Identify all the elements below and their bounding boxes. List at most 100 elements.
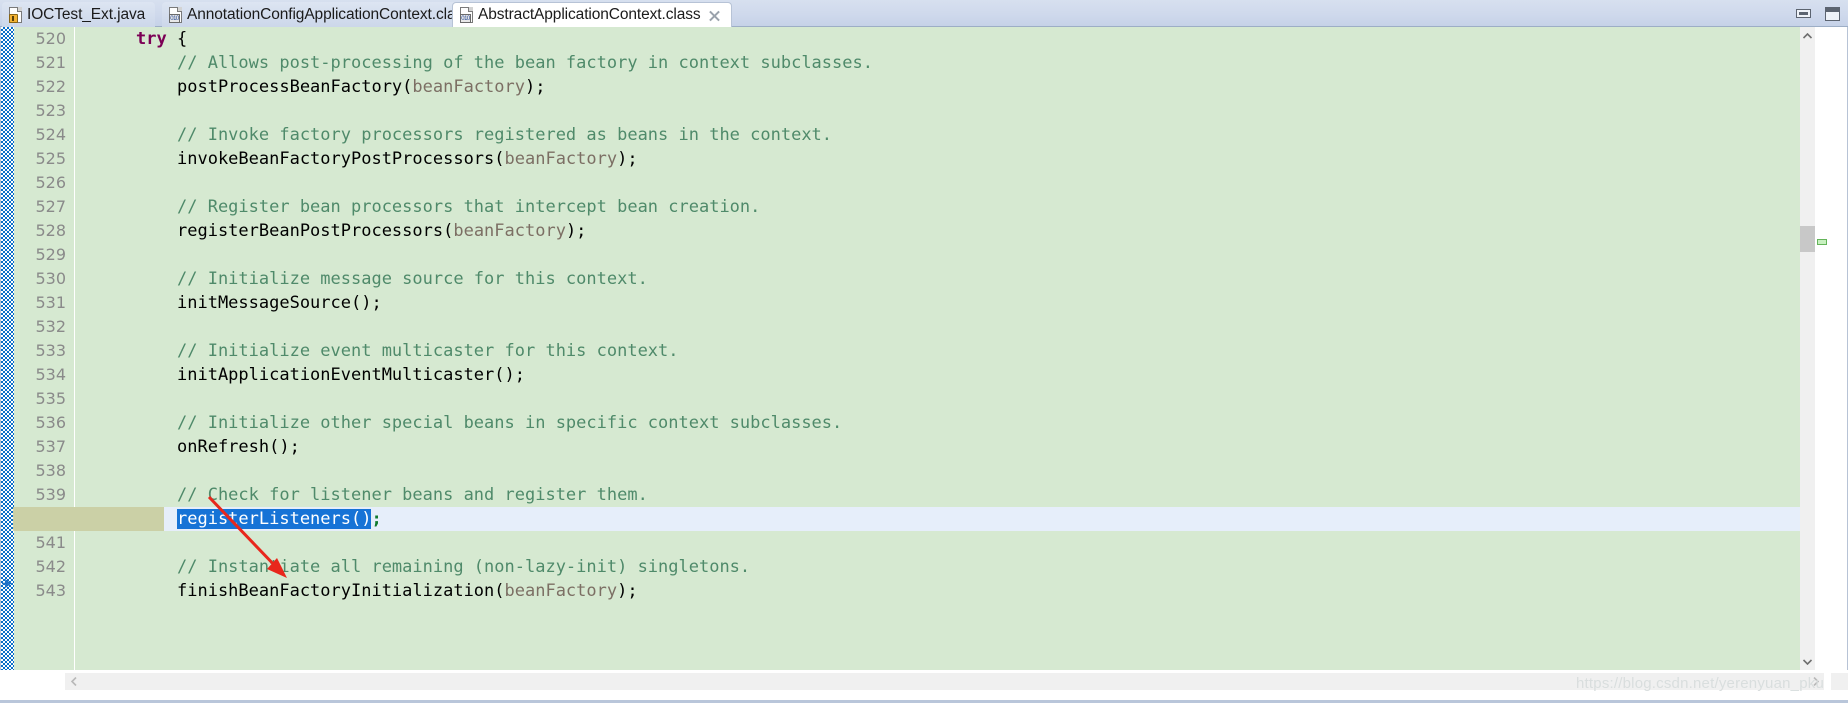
scrollbar-corner: [1831, 673, 1848, 690]
code-line[interactable]: // Allows post-processing of the bean fa…: [177, 51, 873, 75]
comment-token: // Check for listener beans and register…: [177, 485, 648, 505]
parameter-token: beanFactory: [504, 581, 618, 601]
code-editor-area[interactable]: 520 521 522 523 524 525 526 527 528 529 530 531 532 5…: [0, 27, 1848, 670]
comment-token: // Instantiate all remaining (non-lazy-i…: [177, 557, 751, 577]
line-number: 524: [35, 125, 66, 144]
line-number: 533: [35, 341, 66, 360]
code-token: );: [565, 221, 587, 241]
line-number: 521: [35, 53, 66, 72]
editor-tab-1[interactable]: IOCTest_Ext.java: [2, 2, 156, 27]
editor-bottom-bar: https://blog.csdn.net/yerenyuan_pku: [0, 670, 1848, 703]
class-file-icon: 010: [169, 6, 182, 23]
selected-token: registerListeners(): [177, 509, 372, 529]
keyword-token: try: [136, 29, 177, 49]
line-number: 526: [35, 173, 66, 192]
code-token: {: [176, 29, 188, 49]
code-line[interactable]: invokeBeanFactoryPostProcessors(beanFact…: [177, 147, 638, 171]
line-number: 534: [35, 365, 66, 384]
code-token: onRefresh();: [177, 437, 300, 457]
editor-right-padding: [1829, 27, 1848, 670]
code-line[interactable]: finishBeanFactoryInitialization(beanFact…: [177, 579, 638, 603]
code-token: );: [617, 149, 638, 169]
comment-token: // Initialize other special beans in spe…: [177, 413, 843, 433]
parameter-token: beanFactory: [504, 149, 618, 169]
code-token: ;: [371, 509, 382, 529]
code-canvas[interactable]: try {// Allows post-processing of the be…: [75, 27, 1800, 670]
code-line[interactable]: onRefresh();: [177, 435, 300, 459]
code-line[interactable]: // Initialize other special beans in spe…: [177, 411, 842, 435]
code-token: initApplicationEventMulticaster();: [177, 365, 525, 385]
line-number: 541: [35, 533, 66, 552]
java-file-icon: [9, 6, 22, 23]
comment-token: // Initialize event multicaster for this…: [177, 341, 679, 361]
code-token: invokeBeanFactoryPostProcessors(: [177, 149, 505, 169]
parameter-token: beanFactory: [453, 221, 566, 241]
vertical-scrollbar[interactable]: [1800, 27, 1815, 670]
current-line-indent-highlight: [74, 507, 164, 531]
comment-token: // Register bean processors that interce…: [177, 197, 761, 217]
line-number-gutter: 520 521 522 523 524 525 526 527 528 529 530 531 532 5…: [14, 27, 75, 670]
tab-close-icon[interactable]: [708, 9, 721, 22]
overview-ruler[interactable]: [1815, 27, 1829, 670]
editor-tab-2[interactable]: 010 AnnotationConfigApplicationContext.cl…: [162, 2, 481, 27]
line-number: 539: [35, 485, 66, 504]
code-line[interactable]: // Initialize message source for this co…: [177, 267, 648, 291]
current-line-gutter-highlight: [13, 507, 74, 531]
comment-token: // Allows post-processing of the bean fa…: [177, 53, 873, 73]
scroll-left-button[interactable]: [65, 673, 82, 690]
editor-tab-bar: IOCTest_Ext.java 010 AnnotationConfigAppli…: [0, 0, 1848, 27]
line-number: 538: [35, 461, 66, 480]
editor-tab-label: IOCTest_Ext.java: [27, 5, 146, 23]
comment-token: // Invoke factory processors registered …: [177, 125, 833, 145]
line-number: 543: [35, 581, 66, 600]
class-file-icon: 010: [460, 7, 473, 23]
code-line[interactable]: initMessageSource();: [177, 291, 382, 315]
code-token: registerBeanPostProcessors(: [177, 221, 454, 241]
code-line[interactable]: registerListeners();: [177, 507, 382, 531]
code-line[interactable]: // Invoke factory processors registered …: [177, 123, 832, 147]
maximize-restore-button[interactable]: [1825, 6, 1840, 21]
code-token: );: [617, 581, 638, 601]
line-number: 535: [35, 389, 66, 408]
editor-tab-3[interactable]: 010 AbstractApplicationContext.class: [452, 2, 732, 27]
code-line[interactable]: postProcessBeanFactory(beanFactory);: [177, 75, 545, 99]
code-line[interactable]: initApplicationEventMulticaster();: [177, 363, 525, 387]
line-number: 536: [35, 413, 66, 432]
vertical-scrollbar-thumb[interactable]: [1800, 226, 1815, 252]
code-line[interactable]: // Initialize event multicaster for this…: [177, 339, 679, 363]
line-number: 520: [35, 29, 66, 48]
code-line[interactable]: // Register bean processors that interce…: [177, 195, 760, 219]
method-override-marker-icon[interactable]: [2, 578, 13, 589]
parameter-token: beanFactory: [412, 77, 525, 97]
line-number: 528: [35, 221, 66, 240]
line-number: 525: [35, 149, 66, 168]
code-line[interactable]: // Instantiate all remaining (non-lazy-i…: [177, 555, 750, 579]
scroll-up-button[interactable]: [1800, 27, 1815, 44]
scroll-down-button[interactable]: [1800, 653, 1815, 670]
scroll-right-button[interactable]: [1807, 673, 1824, 690]
line-number: 529: [35, 245, 66, 264]
editor-tab-label: AbstractApplicationContext.class: [478, 6, 701, 23]
code-token: finishBeanFactoryInitialization(: [177, 581, 505, 601]
comment-token: // Initialize message source for this co…: [177, 269, 648, 289]
line-number: 542: [35, 557, 66, 576]
code-line[interactable]: // Check for listener beans and register…: [177, 483, 648, 507]
line-number: 523: [35, 101, 66, 120]
code-token: postProcessBeanFactory(: [177, 77, 413, 97]
line-number: 531: [35, 293, 66, 312]
line-number: 532: [35, 317, 66, 336]
line-number: 522: [35, 77, 66, 96]
eclipse-editor-window: IOCTest_Ext.java 010 AnnotationConfigAppli…: [0, 0, 1848, 703]
code-line[interactable]: try {: [136, 27, 187, 51]
editor-tab-label: AnnotationConfigApplicationContext.class: [187, 5, 471, 23]
code-token: initMessageSource();: [177, 293, 382, 313]
code-line[interactable]: registerBeanPostProcessors(beanFactory);: [177, 219, 586, 243]
window-controls: [1796, 0, 1840, 27]
minimize-button[interactable]: [1796, 9, 1811, 18]
line-number: 527: [35, 197, 66, 216]
occurrence-marker[interactable]: [1817, 239, 1827, 245]
code-token: );: [525, 77, 546, 97]
line-number: 537: [35, 437, 66, 456]
line-number: 530: [35, 269, 66, 288]
horizontal-scrollbar[interactable]: [65, 673, 1824, 690]
